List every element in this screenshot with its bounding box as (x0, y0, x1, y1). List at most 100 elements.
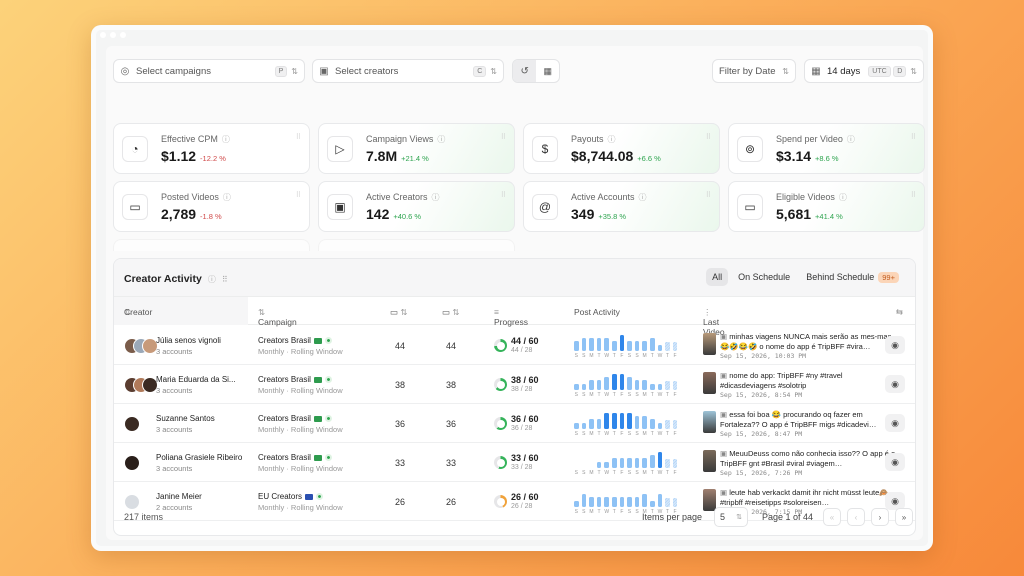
activity-bar (672, 459, 678, 468)
info-icon[interactable]: ⓘ (437, 135, 445, 144)
history-icon[interactable]: ↺ (513, 60, 537, 82)
col-creator[interactable]: Creator ⇅ (114, 297, 248, 325)
day-label: T (597, 431, 601, 437)
creator-name[interactable]: Júlia senos vignoli (156, 336, 221, 345)
tab-on-schedule[interactable]: On Schedule (732, 268, 796, 286)
last-video[interactable]: ▣ MeuuDeuss como não conhecia isso?? O a… (703, 449, 895, 477)
creator-name[interactable]: Poliana Grasiele Ribeiro (156, 453, 242, 462)
video-icon: ▭ (122, 194, 148, 220)
metric-card[interactable]: $ Payouts ⓘ $8,744.08 +6.6 % ⠿ (523, 123, 720, 174)
next-page-button[interactable]: › (871, 508, 889, 526)
info-icon[interactable]: ⓘ (839, 193, 847, 202)
grip-icon[interactable]: ⠿ (706, 133, 711, 141)
info-icon[interactable]: ⓘ (223, 193, 231, 202)
grip-icon[interactable]: ⠿ (706, 191, 711, 199)
metric-card[interactable]: ▣ Active Creators ⓘ 142 +40.6 % ⠿ (318, 181, 515, 232)
progress-ring (494, 417, 507, 430)
metric-card[interactable]: ▭ Posted Videos ⓘ 2,789 -1.8 % ⠿ (113, 181, 310, 232)
col-progress[interactable]: Progress ≡ (494, 307, 528, 327)
info-icon[interactable]: ⓘ (208, 275, 216, 284)
activity-bar (574, 423, 579, 429)
last-video[interactable]: ▣ essa foi boa 😂 procurando oq fazer em … (703, 410, 895, 438)
table-header: Creator ⇅ Campaign ⇅ ▭ ⇅ ▭ ⇅ Progress ≡ … (114, 297, 915, 337)
metric-card[interactable]: ▭ Eligible Videos ⓘ 5,681 +41.4 % ⠿ (728, 181, 925, 232)
campaign-name[interactable]: Creators Brasil (258, 375, 332, 384)
last-video[interactable]: ▣ minhas viagens NUNCA mais serão as mes… (703, 332, 895, 360)
progress-value: 33 / 60 (511, 453, 539, 463)
progress-cell: 36 / 60 36 / 28 (494, 413, 564, 435)
first-page-button[interactable]: « (823, 508, 841, 526)
per-page-select[interactable]: 5 ⇅ (714, 507, 748, 527)
progress-sub: 38 / 28 (511, 386, 533, 393)
table-row[interactable]: Poliana Grasiele Ribeiro 3 accounts Crea… (114, 443, 915, 482)
creators-select[interactable]: ▣ Select creators C ⇅ (312, 59, 504, 83)
progress-cell: 44 / 60 44 / 28 (494, 335, 564, 357)
tab-all[interactable]: All (706, 268, 729, 286)
info-icon[interactable]: ⓘ (222, 135, 230, 144)
grip-icon[interactable]: ⠿ (296, 133, 301, 141)
table-row[interactable]: Suzanne Santos 3 accounts Creators Brasi… (114, 404, 915, 443)
grip-icon[interactable]: ⠿ (501, 133, 506, 141)
metric-card[interactable]: ◔ Effective CPM ⓘ $1.12 -12.2 % ⠿ (113, 123, 310, 174)
tab-behind-schedule[interactable]: Behind Schedule 99+ (800, 268, 905, 286)
info-icon[interactable]: ⓘ (847, 135, 855, 144)
last-video[interactable]: ▣ nome do app: TripBFF #ny #travel #dica… (703, 371, 895, 399)
metric-label: Spend per Video ⓘ (776, 134, 855, 144)
view-button[interactable]: ◉ (885, 336, 905, 354)
prev-page-button[interactable]: ‹ (847, 508, 865, 526)
grip-icon[interactable]: ⠿ (911, 191, 916, 199)
grip-icon[interactable]: ⠿ (501, 191, 506, 199)
accounts-count: 3 accounts (156, 464, 193, 473)
filter-date-button[interactable]: Filter by Date ⇅ (712, 59, 796, 83)
day-label: T (650, 431, 654, 437)
metric-card[interactable]: ⊚ Spend per Video ⓘ $3.14 +8.6 % ⠿ (728, 123, 925, 174)
activity-bar (619, 374, 625, 390)
info-icon[interactable]: ⓘ (432, 193, 440, 202)
info-icon[interactable]: ⓘ (639, 193, 647, 202)
window-dot[interactable] (120, 32, 126, 38)
activity-bar (665, 342, 670, 351)
day-label: F (673, 392, 677, 398)
metric-change: -1.8 % (200, 212, 222, 221)
window-dot[interactable] (110, 32, 116, 38)
column-settings-icon[interactable]: ⇆ (896, 307, 903, 318)
metric-card[interactable]: @ Active Accounts ⓘ 349 +35.8 % ⠿ (523, 181, 720, 232)
grip-icon[interactable]: ⠿ (296, 191, 301, 199)
view-button[interactable]: ◉ (885, 414, 905, 432)
day-label: S (627, 392, 632, 398)
campaign-name[interactable]: Creators Brasil (258, 414, 332, 423)
campaign-name[interactable]: Creators Brasil (258, 336, 332, 345)
flag-icon (313, 337, 322, 344)
view-button[interactable]: ◉ (885, 453, 905, 471)
table-row[interactable]: Maria Eduarda da Si... 3 accounts Creato… (114, 365, 915, 404)
table-row[interactable]: Júlia senos vignoli 3 accounts Creators … (114, 326, 915, 365)
activity-tabs: All On Schedule Behind Schedule 99+ (706, 268, 905, 286)
col-last-video[interactable]: Last Video ⋮ (703, 307, 725, 337)
last-page-button[interactable]: » (895, 508, 913, 526)
campaigns-select[interactable]: ◎ Select campaigns P ⇅ (113, 59, 305, 83)
creator-name[interactable]: Maria Eduarda da Si... (156, 375, 236, 384)
views-count: 38 (395, 380, 406, 390)
col-views[interactable]: ▭ ⇅ (390, 307, 408, 318)
day-label: T (650, 353, 654, 359)
grip-icon[interactable]: ⠿ (911, 133, 916, 141)
progress-cell: 33 / 60 33 / 28 (494, 452, 564, 474)
activity-bar (596, 419, 602, 429)
info-icon[interactable]: ⓘ (608, 135, 616, 144)
grip-icon[interactable]: ⠿ (222, 275, 228, 284)
col-post-activity[interactable]: Post Activity (574, 307, 620, 317)
col-posts[interactable]: ▭ ⇅ (442, 307, 460, 318)
metric-card[interactable]: ▷ Campaign Views ⓘ 7.8M +21.4 % ⠿ (318, 123, 515, 174)
target-icon: ◎ (120, 65, 130, 77)
calendar-icon[interactable]: ▦ (536, 66, 559, 77)
post-activity-chart: SSMTWTFSSMTWTF (574, 372, 682, 398)
creator-name[interactable]: Suzanne Santos (156, 414, 215, 423)
view-button[interactable]: ◉ (885, 375, 905, 393)
window-dot[interactable] (100, 32, 106, 38)
range-select[interactable]: ▦ 14 days UTC D ⇅ (804, 59, 924, 83)
metric-label: Campaign Views ⓘ (366, 134, 446, 144)
video-thumbnail (703, 450, 716, 472)
progress-sub: 33 / 28 (511, 464, 533, 471)
campaign-name[interactable]: Creators Brasil (258, 453, 332, 462)
col-campaign[interactable]: Campaign ⇅ (258, 307, 297, 327)
